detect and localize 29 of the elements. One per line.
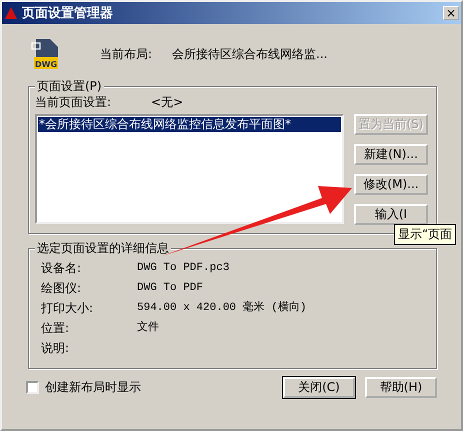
- dialog-button[interactable]: 关闭(C): [283, 377, 355, 398]
- detail-label: 设备名:: [41, 261, 82, 276]
- checkbox[interactable]: [26, 381, 39, 394]
- detail-label: 绘图仪:: [41, 281, 82, 296]
- current-setup-label: 当前页面设置:: [35, 95, 112, 110]
- tooltip: 显示“页面: [394, 224, 456, 245]
- detail-label: 打印大小:: [41, 301, 94, 316]
- dialog-button[interactable]: 帮助(H): [365, 377, 437, 398]
- list-item[interactable]: *会所接待区综合布线网络监控信息发布平面图*: [38, 117, 341, 132]
- detail-value: 文件: [137, 321, 160, 336]
- file-type-label: DWG: [34, 60, 58, 69]
- group-title: 页面设置(P): [35, 79, 104, 94]
- setup-button[interactable]: 输入(I: [354, 204, 428, 225]
- app-logo-icon: [4, 6, 18, 20]
- detail-value: 594.00 x 420.00 毫米 (横向): [137, 301, 308, 316]
- current-setup-value: <无>: [151, 95, 184, 110]
- detail-value: DWG To PDF.pc3: [137, 261, 230, 276]
- page-setup-list[interactable]: *会所接待区综合布线网络监控信息发布平面图*: [35, 114, 344, 224]
- current-layout-value: 会所接待区综合布线网络监...: [172, 46, 328, 62]
- group-title: 选定页面设置的详细信息: [35, 241, 171, 256]
- detail-label: 说明:: [41, 341, 70, 356]
- checkbox-label: 创建新布局时显示: [45, 380, 141, 395]
- detail-value: DWG To PDF: [137, 281, 204, 296]
- setup-button[interactable]: 修改(M)...: [354, 174, 428, 195]
- close-button[interactable]: ×: [443, 6, 459, 20]
- detail-label: 位置:: [41, 321, 70, 336]
- current-layout-label: 当前布局:: [100, 46, 152, 62]
- window-title: 页面设置管理器: [22, 6, 114, 20]
- setup-button[interactable]: 新建(N)...: [354, 144, 428, 165]
